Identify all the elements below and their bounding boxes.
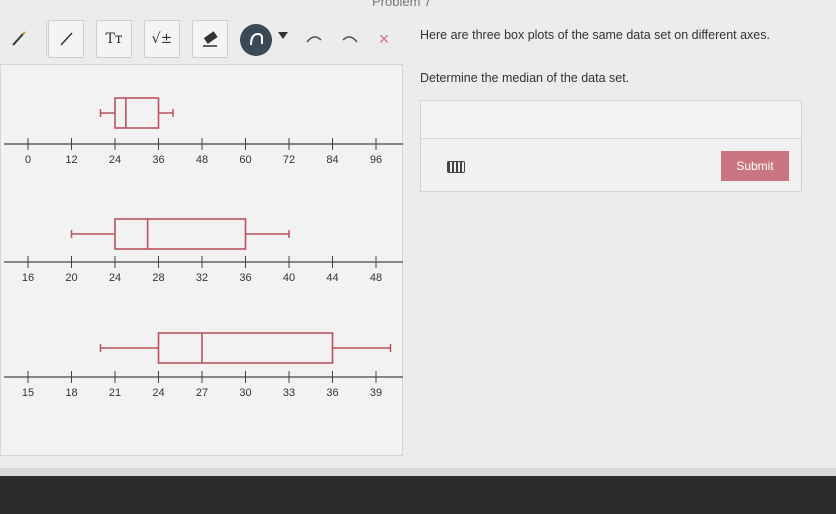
bottom-gap	[0, 468, 836, 476]
tick-label: 39	[370, 387, 382, 399]
tick-label: 96	[370, 154, 382, 166]
tick-label: 48	[370, 272, 382, 284]
prompt-line-2: Determine the median of the data set.	[420, 71, 630, 85]
prompt-line-1: Here are three box plots of the same dat…	[420, 28, 770, 42]
text-tool[interactable]: Tт	[96, 20, 132, 58]
answer-input[interactable]	[421, 101, 801, 139]
problem-title: Problem 7	[372, 0, 432, 9]
undo-dropdown-caret[interactable]	[278, 32, 288, 39]
redo-curve-icon	[342, 36, 358, 43]
tick-label: 21	[109, 387, 121, 399]
tick-label: 0	[25, 154, 31, 166]
tick-label: 18	[65, 387, 77, 399]
keyboard-icon[interactable]	[447, 161, 465, 173]
undo-arrow-icon	[250, 32, 263, 46]
tick-label: 36	[239, 272, 251, 284]
iqr-box	[114, 218, 247, 250]
tick-label: 30	[239, 387, 251, 399]
tick-label: 24	[109, 154, 121, 166]
tick-label: 32	[196, 272, 208, 284]
tick-label: 84	[326, 154, 338, 166]
line-icon	[60, 32, 73, 46]
tick-label: 12	[65, 154, 77, 166]
tick-label: 36	[326, 387, 338, 399]
tick-label: 28	[152, 272, 164, 284]
redo-tool[interactable]	[332, 20, 368, 58]
tick-label: 27	[196, 387, 208, 399]
close-icon: ×	[378, 28, 390, 49]
close-tool[interactable]: ×	[366, 20, 402, 58]
tick-label: 48	[196, 154, 208, 166]
pencil-icon	[12, 31, 26, 46]
math-tool[interactable]: √±	[144, 20, 180, 58]
bottom-bar	[0, 476, 836, 514]
iqr-box	[157, 332, 334, 364]
answer-area: Submit	[420, 100, 802, 192]
eraser-icon	[203, 31, 218, 47]
drawing-toolbar: Tт √± ×	[0, 20, 404, 60]
tick-label: 72	[283, 154, 295, 166]
tick-label: 44	[326, 272, 338, 284]
box-plots-figure: 0 12 24 36 48 60 72 84 96 16 20 24 28 32 36 40 44 48 15 18 2…	[4, 97, 403, 399]
submit-button[interactable]: Submit	[721, 151, 789, 181]
undo-tool[interactable]	[296, 20, 332, 58]
pencil-tool[interactable]	[0, 20, 36, 58]
tick-label: 16	[22, 272, 34, 284]
undo-curve-icon	[306, 36, 322, 43]
tick-label: 40	[283, 272, 295, 284]
math-tool-label: √±	[151, 31, 173, 47]
eraser-tool[interactable]	[192, 20, 228, 58]
tick-label: 33	[283, 387, 295, 399]
line-tool[interactable]	[48, 20, 84, 58]
iqr-box	[114, 97, 160, 129]
tick-label: 20	[65, 272, 77, 284]
text-tool-label: Tт	[105, 31, 123, 47]
tick-label: 24	[109, 272, 121, 284]
tick-label: 24	[152, 387, 164, 399]
undo-button[interactable]	[240, 24, 272, 56]
tick-label: 36	[152, 154, 164, 166]
tick-label: 60	[239, 154, 251, 166]
tick-label: 15	[22, 387, 34, 399]
